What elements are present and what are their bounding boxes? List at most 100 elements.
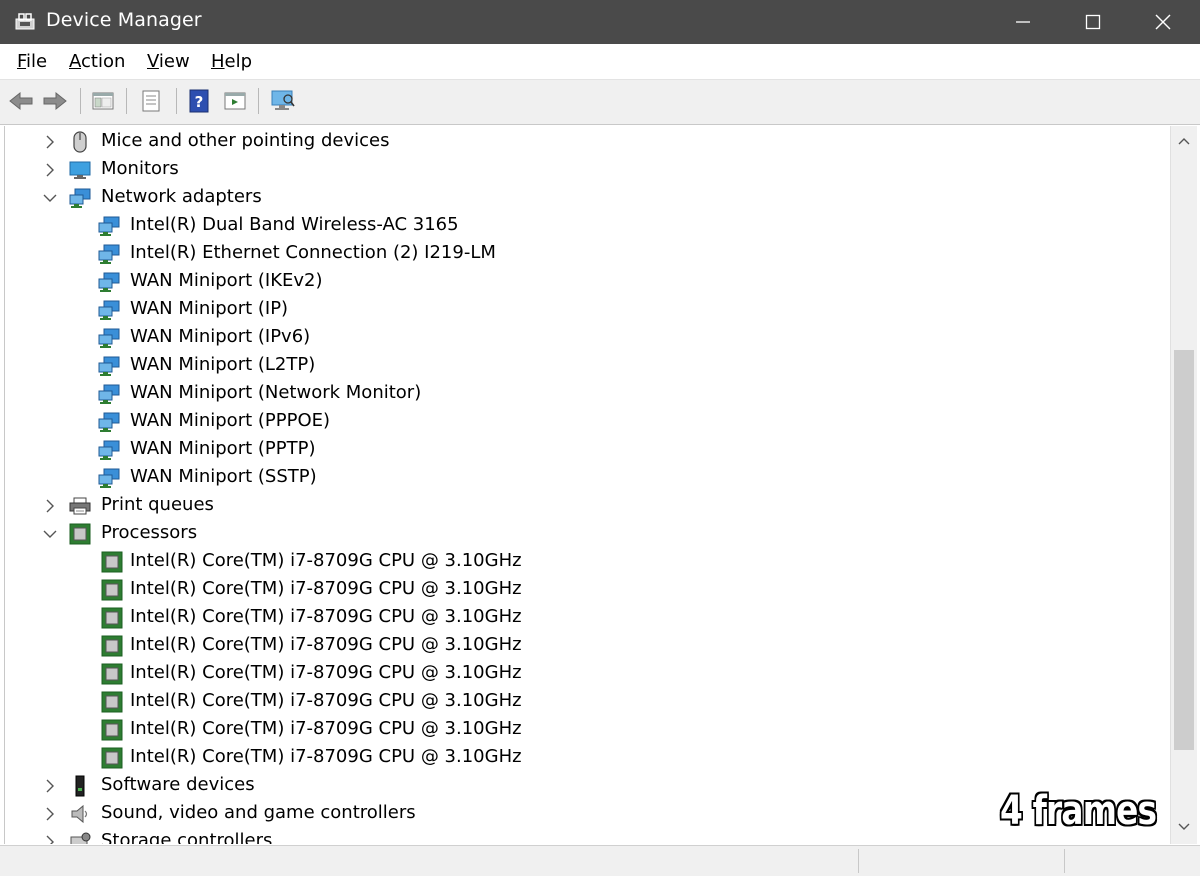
chevron-right-icon (46, 135, 54, 149)
tree-leaf-processor[interactable]: Intel(R) Core(TM) i7-8709G CPU @ 3.10GHz (5, 632, 1165, 660)
menu-bar: File Action View Help (0, 44, 1200, 80)
tree-leaf-network-adapter[interactable]: Intel(R) Dual Band Wireless-AC 3165 (5, 212, 1165, 240)
tree-leaf-network-adapter[interactable]: WAN Miniport (IP) (5, 296, 1165, 324)
tree-node-label: Processors (101, 522, 198, 543)
tree-leaf-processor[interactable]: Intel(R) Core(TM) i7-8709G CPU @ 3.10GHz (5, 688, 1165, 716)
watermark: 4 frames (1000, 788, 1157, 834)
scroll-thumb[interactable] (1174, 350, 1194, 750)
tree-leaf-network-adapter[interactable]: Intel(R) Ethernet Connection (2) I219-LM (5, 240, 1165, 268)
tree-leaf-label: WAN Miniport (PPPOE) (130, 410, 331, 431)
tree-node-network-adapters[interactable]: Network adapters (5, 184, 1165, 212)
minimize-button[interactable] (988, 0, 1058, 44)
tree-node-label: Storage controllers (101, 830, 273, 844)
toolbar-separator (126, 88, 127, 114)
properties-button[interactable] (136, 86, 166, 116)
menu-view[interactable]: View (147, 51, 190, 72)
tree-leaf-label: Intel(R) Core(TM) i7-8709G CPU @ 3.10GHz (130, 662, 522, 683)
help-icon: ? (189, 89, 209, 113)
menu-file-access-key: F (17, 51, 27, 72)
device-tree[interactable]: Mice and other pointing devices Monitors… (4, 126, 1171, 844)
menu-help[interactable]: Help (211, 51, 252, 72)
speaker-icon (71, 804, 88, 824)
show-hide-console-tree-button[interactable] (88, 86, 118, 116)
tree-leaf-processor[interactable]: Intel(R) Core(TM) i7-8709G CPU @ 3.10GHz (5, 548, 1165, 576)
expand-chevron[interactable] (41, 777, 59, 795)
vertical-scrollbar[interactable] (1170, 126, 1197, 844)
tree-leaf-label: Intel(R) Core(TM) i7-8709G CPU @ 3.10GHz (130, 746, 522, 767)
tree-node-monitors[interactable]: Monitors (5, 156, 1165, 184)
tree-leaf-network-adapter[interactable]: WAN Miniport (SSTP) (5, 464, 1165, 492)
network-adapter-icon (98, 356, 120, 376)
network-adapter-icon (98, 440, 120, 460)
processor-icon (101, 635, 123, 657)
tree-leaf-network-adapter[interactable]: WAN Miniport (PPTP) (5, 436, 1165, 464)
processor-icon (101, 663, 123, 685)
tree-leaf-network-adapter[interactable]: WAN Miniport (IKEv2) (5, 268, 1165, 296)
tree-leaf-label: Intel(R) Core(TM) i7-8709G CPU @ 3.10GHz (130, 634, 522, 655)
monitor-icon (69, 161, 91, 179)
tree-node-label: Print queues (101, 494, 214, 515)
menu-help-access-key: H (211, 51, 225, 72)
tree-node-label: Network adapters (101, 186, 262, 207)
tree-node-software-devices[interactable]: Software devices (5, 772, 1165, 800)
collapse-chevron[interactable] (41, 189, 59, 207)
tree-leaf-network-adapter[interactable]: WAN Miniport (IPv6) (5, 324, 1165, 352)
network-adapter-icon (98, 412, 120, 432)
tree-leaf-processor[interactable]: Intel(R) Core(TM) i7-8709G CPU @ 3.10GHz (5, 576, 1165, 604)
tree-node-processors[interactable]: Processors (5, 520, 1165, 548)
tree-leaf-label: Intel(R) Core(TM) i7-8709G CPU @ 3.10GHz (130, 718, 522, 739)
chevron-right-icon (46, 835, 54, 844)
update-driver-button[interactable] (220, 86, 250, 116)
expand-chevron[interactable] (41, 161, 59, 179)
network-adapter-icon (69, 188, 91, 208)
expand-chevron[interactable] (41, 833, 59, 844)
status-pane-divider (858, 849, 859, 873)
tree-node-storage-controllers[interactable]: Storage controllers (5, 828, 1165, 844)
scan-monitor-icon (271, 90, 295, 110)
maximize-icon (1085, 14, 1101, 30)
tree-leaf-processor[interactable]: Intel(R) Core(TM) i7-8709G CPU @ 3.10GHz (5, 604, 1165, 632)
menu-help-label: elp (224, 51, 253, 72)
tree-leaf-label: Intel(R) Ethernet Connection (2) I219-LM (130, 242, 496, 263)
tree-leaf-processor[interactable]: Intel(R) Core(TM) i7-8709G CPU @ 3.10GHz (5, 716, 1165, 744)
chevron-up-icon (1178, 138, 1190, 145)
tree-node-sound-video-game[interactable]: Sound, video and game controllers (5, 800, 1165, 828)
back-button[interactable] (6, 86, 36, 116)
close-button[interactable] (1128, 0, 1198, 44)
tree-leaf-network-adapter[interactable]: WAN Miniport (L2TP) (5, 352, 1165, 380)
properties-icon (142, 90, 160, 112)
expand-chevron[interactable] (41, 133, 59, 151)
tree-leaf-label: Intel(R) Core(TM) i7-8709G CPU @ 3.10GHz (130, 606, 522, 627)
scroll-up-button[interactable] (1175, 132, 1193, 150)
toolbar: ? (0, 80, 1200, 125)
tree-leaf-network-adapter[interactable]: WAN Miniport (Network Monitor) (5, 380, 1165, 408)
toolbar-separator (80, 88, 81, 114)
expand-chevron[interactable] (41, 805, 59, 823)
menu-file[interactable]: File (17, 51, 47, 72)
network-adapter-icon (98, 300, 120, 320)
device-manager-icon (15, 13, 35, 30)
tree-leaf-label: WAN Miniport (IKEv2) (130, 270, 323, 291)
tree-leaf-processor[interactable]: Intel(R) Core(TM) i7-8709G CPU @ 3.10GHz (5, 744, 1165, 772)
mouse-icon (73, 131, 87, 153)
network-adapter-icon (98, 216, 120, 236)
forward-arrow-icon (43, 91, 67, 111)
help-button[interactable]: ? (184, 86, 214, 116)
expand-chevron[interactable] (41, 497, 59, 515)
scroll-down-button[interactable] (1175, 818, 1193, 836)
menu-action[interactable]: Action (69, 51, 125, 72)
tree-leaf-network-adapter[interactable]: WAN Miniport (PPPOE) (5, 408, 1165, 436)
tree-leaf-label: Intel(R) Dual Band Wireless-AC 3165 (130, 214, 459, 235)
minimize-icon (1016, 21, 1030, 23)
tree-node-mice[interactable]: Mice and other pointing devices (5, 128, 1165, 156)
tree-node-print-queues[interactable]: Print queues (5, 492, 1165, 520)
forward-button[interactable] (40, 86, 70, 116)
tree-leaf-label: Intel(R) Core(TM) i7-8709G CPU @ 3.10GHz (130, 550, 522, 571)
tree-leaf-processor[interactable]: Intel(R) Core(TM) i7-8709G CPU @ 3.10GHz (5, 660, 1165, 688)
processor-icon (69, 523, 91, 545)
processor-icon (101, 579, 123, 601)
collapse-chevron[interactable] (41, 525, 59, 543)
scan-hardware-changes-button[interactable] (268, 86, 298, 116)
maximize-button[interactable] (1058, 0, 1128, 44)
printer-icon (69, 497, 91, 515)
